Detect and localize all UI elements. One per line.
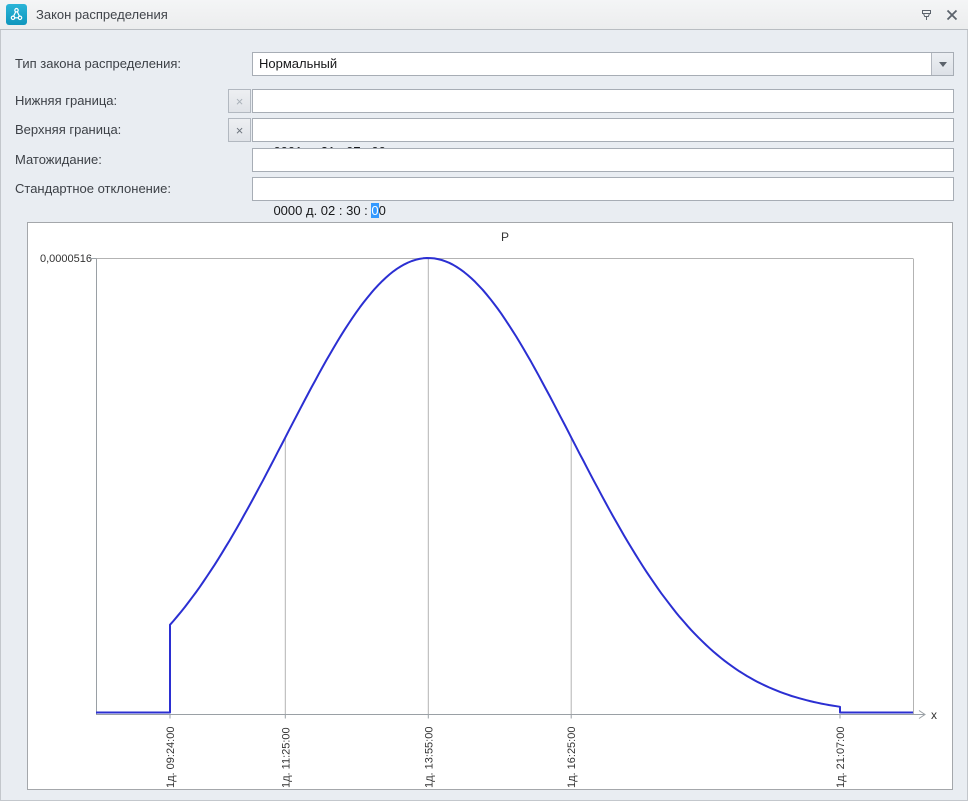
x-axis-label: x [931, 708, 937, 722]
mean-input[interactable]: 0001 д. 13 : 55 : 00 [252, 148, 954, 172]
window-title: Закон распределения [36, 7, 168, 22]
chart-title: P [501, 230, 509, 244]
std-dev-input[interactable]: 0000 д. 02 : 30 : 00 [252, 177, 954, 201]
distribution-chart-panel: P 0,0000516 x 1д. 09:24:001д. 11:25:001д… [27, 222, 953, 790]
y-max-label: 0,0000516 [40, 253, 92, 265]
upper-bound-row: Верхняя граница: × 0001 д. 21 : 07 : 00 [0, 118, 968, 142]
chevron-down-icon[interactable] [931, 53, 953, 75]
x-tick-label: 1д. 21:07:00 [835, 727, 847, 788]
x-icon: × [236, 95, 244, 108]
mean-label: Матожидание: [15, 148, 102, 172]
lower-bound-label: Нижняя граница: [15, 89, 117, 113]
upper-bound-clear-button[interactable]: × [228, 118, 251, 142]
mean-row: Матожидание: 0001 д. 13 : 55 : 00 [0, 148, 968, 172]
std-dev-row: Стандартное отклонение: 0000 д. 02 : 30 … [0, 177, 968, 201]
close-icon[interactable] [942, 5, 962, 25]
distribution-law-window: { "window": { "title": "Закон распределе… [0, 0, 968, 801]
std-dev-value-after: 0 [379, 203, 386, 218]
std-dev-label: Стандартное отклонение: [15, 177, 171, 201]
x-tick-label: 1д. 09:24:00 [165, 727, 177, 788]
x-tick-labels-group: 1д. 09:24:00 1д. 11:25:00 1д. 13:55:00 1д. … [165, 727, 847, 788]
titlebar: Закон распределения [0, 0, 968, 30]
distribution-curve [96, 258, 913, 713]
x-tick-label: 1д. 11:25:00 [280, 727, 292, 788]
lower-bound-clear-button[interactable]: × [228, 89, 251, 113]
upper-bound-input[interactable]: 0001 д. 21 : 07 : 00 [252, 118, 954, 142]
distribution-type-select[interactable]: Нормальный [252, 52, 954, 76]
distribution-type-row: Тип закона распределения: Нормальный [0, 52, 968, 76]
distribution-app-icon [6, 4, 27, 25]
x-tick-label: 1д. 16:25:00 [566, 727, 578, 788]
pin-icon[interactable] [916, 5, 936, 25]
lower-bound-row: Нижняя граница: × 0001 д. 09 : 24 : 00 [0, 89, 968, 113]
lower-bound-input[interactable]: 0001 д. 09 : 24 : 00 [252, 89, 954, 113]
distribution-chart: P 0,0000516 x 1д. 09:24:001д. 11:25:001д… [28, 223, 952, 789]
std-dev-selected-char: 0 [371, 203, 378, 218]
x-icon: × [236, 124, 244, 137]
distribution-type-value: Нормальный [253, 53, 931, 75]
upper-bound-label: Верхняя граница: [15, 118, 121, 142]
x-tick-label: 1д. 13:55:00 [423, 727, 435, 788]
drop-lines-group [170, 258, 840, 719]
distribution-type-label: Тип закона распределения: [15, 52, 181, 76]
std-dev-value-before: 0000 д. 02 : 30 : [273, 203, 371, 218]
